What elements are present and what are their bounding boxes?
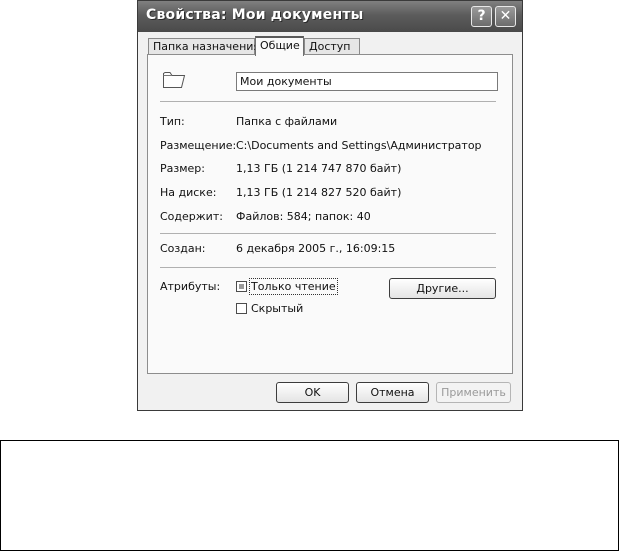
location-label: Размещение: bbox=[160, 139, 237, 152]
location-value: C:\Documents and Settings\Администратор bbox=[236, 139, 482, 152]
cancel-button[interactable]: Отмена bbox=[356, 382, 429, 403]
apply-button[interactable]: Применить bbox=[436, 382, 511, 403]
created-value: 6 декабря 2005 г., 16:09:15 bbox=[236, 242, 396, 255]
separator bbox=[160, 233, 496, 234]
readonly-checkbox-box[interactable] bbox=[236, 281, 247, 292]
type-label: Тип: bbox=[160, 115, 185, 128]
properties-dialog: Свойства: Мои документы ? ✕ Папка назнач… bbox=[137, 0, 523, 411]
tab-general[interactable]: Общие bbox=[255, 36, 304, 56]
contains-value: Файлов: 584; папок: 40 bbox=[236, 210, 371, 223]
ok-button[interactable]: OK bbox=[276, 382, 349, 403]
empty-frame bbox=[0, 440, 619, 551]
contains-label: Содержит: bbox=[160, 210, 223, 223]
separator bbox=[160, 267, 496, 268]
help-icon: ? bbox=[477, 8, 486, 24]
close-icon: ✕ bbox=[499, 8, 512, 24]
type-value: Папка с файлами bbox=[236, 115, 338, 128]
size-value: 1,13 ГБ (1 214 747 870 байт) bbox=[236, 162, 402, 175]
help-button[interactable]: ? bbox=[471, 6, 492, 27]
size-on-disk-value: 1,13 ГБ (1 214 827 520 байт) bbox=[236, 186, 402, 199]
hidden-checkbox-label: Скрытый bbox=[251, 302, 304, 315]
folder-icon bbox=[163, 72, 186, 88]
advanced-attributes-button[interactable]: Другие... bbox=[389, 278, 496, 299]
general-panel: Тип: Папка с файлами Размещение: C:\Docu… bbox=[147, 54, 513, 374]
separator bbox=[160, 101, 496, 102]
title-bar[interactable]: Свойства: Мои документы ? ✕ bbox=[138, 1, 522, 32]
window-title: Свойства: Мои документы bbox=[146, 7, 364, 23]
created-label: Создан: bbox=[160, 242, 206, 255]
readonly-checkbox-label: Только чтение bbox=[249, 278, 338, 295]
size-label: Размер: bbox=[160, 162, 205, 175]
attributes-label: Атрибуты: bbox=[160, 280, 221, 293]
readonly-checkbox[interactable]: Только чтение bbox=[236, 278, 338, 295]
tab-sharing[interactable]: Доступ bbox=[304, 38, 360, 55]
hidden-checkbox-box[interactable] bbox=[236, 303, 247, 314]
hidden-checkbox[interactable]: Скрытый bbox=[236, 302, 303, 315]
tab-target-folder[interactable]: Папка назначения bbox=[148, 38, 260, 55]
size-on-disk-label: На диске: bbox=[160, 186, 217, 199]
close-button[interactable]: ✕ bbox=[495, 6, 516, 27]
folder-name-input[interactable] bbox=[236, 72, 498, 91]
